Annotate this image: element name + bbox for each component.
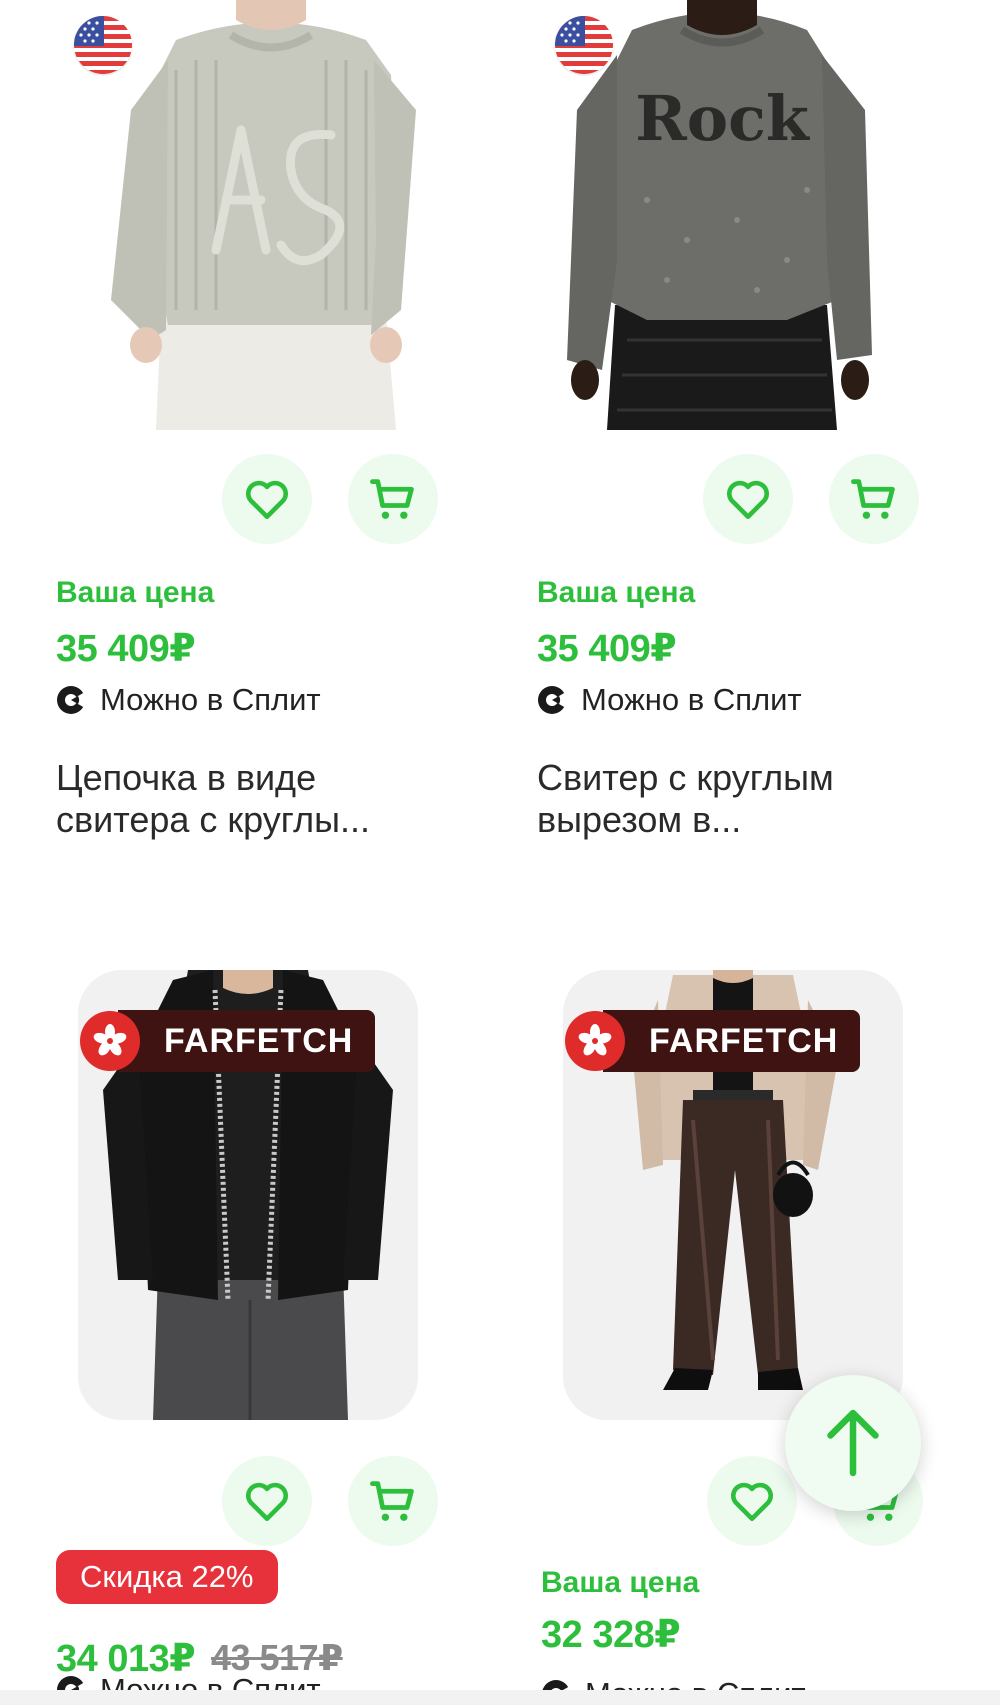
split-payment[interactable]: Можно в Сплит xyxy=(541,1676,806,1690)
split-label: Можно в Сплит xyxy=(100,1672,321,1690)
product-title[interactable]: Свитер с круглым вырезом в... xyxy=(537,757,937,841)
product-image[interactable]: Rock xyxy=(537,0,937,430)
cart-icon xyxy=(370,1481,414,1521)
split-label: Можно в Сплит xyxy=(585,1676,806,1690)
heart-icon xyxy=(727,480,769,519)
product-image[interactable]: FARFETCH xyxy=(78,970,418,1420)
discount-badge: Скидка 22% xyxy=(56,1550,278,1604)
us-flag-icon xyxy=(74,16,132,74)
split-icon xyxy=(57,686,86,714)
price-label: Ваша цена xyxy=(537,576,696,609)
favorite-button[interactable] xyxy=(707,1456,797,1546)
split-payment[interactable]: Можно в Сплит xyxy=(537,682,802,718)
price: 35 409₽ xyxy=(537,628,677,670)
us-flag-icon xyxy=(555,16,613,74)
split-payment[interactable]: Можно в Сплит xyxy=(56,682,321,718)
price-label: Ваша цена xyxy=(56,576,215,609)
favorite-button[interactable] xyxy=(222,454,312,544)
store-name: FARFETCH xyxy=(118,1010,376,1072)
product-image[interactable]: FARFETCH xyxy=(563,970,903,1420)
split-label: Можно в Сплит xyxy=(581,682,802,717)
price-label: Ваша цена xyxy=(541,1566,700,1599)
product-image[interactable] xyxy=(56,0,456,430)
cart-icon xyxy=(370,479,414,519)
heart-icon xyxy=(246,1482,288,1521)
arrow-up-icon xyxy=(827,1409,879,1477)
scroll-to-top-button[interactable] xyxy=(785,1375,921,1511)
split-label: Можно в Сплит xyxy=(100,682,321,717)
hong-kong-flag-icon xyxy=(565,1011,625,1071)
add-to-cart-button[interactable] xyxy=(829,454,919,544)
split-icon xyxy=(542,1680,571,1690)
split-payment[interactable]: Можно в Сплит xyxy=(56,1672,321,1690)
price: 32 328₽ xyxy=(541,1614,681,1656)
store-name: FARFETCH xyxy=(603,1010,861,1072)
bottom-bar xyxy=(0,1690,1000,1705)
favorite-button[interactable] xyxy=(703,454,793,544)
hong-kong-flag-icon xyxy=(80,1011,140,1071)
svg-text:Rock: Rock xyxy=(635,82,811,155)
heart-icon xyxy=(246,480,288,519)
heart-icon xyxy=(731,1482,773,1521)
add-to-cart-button[interactable] xyxy=(348,1456,438,1546)
cart-icon xyxy=(851,479,895,519)
split-icon xyxy=(57,1676,86,1690)
favorite-button[interactable] xyxy=(222,1456,312,1546)
split-icon xyxy=(538,686,567,714)
add-to-cart-button[interactable] xyxy=(348,454,438,544)
store-badge: FARFETCH xyxy=(565,1010,861,1072)
product-title[interactable]: Цепочка в виде свитера с круглы... xyxy=(56,757,456,841)
store-badge: FARFETCH xyxy=(80,1010,376,1072)
price: 35 409₽ xyxy=(56,628,196,670)
